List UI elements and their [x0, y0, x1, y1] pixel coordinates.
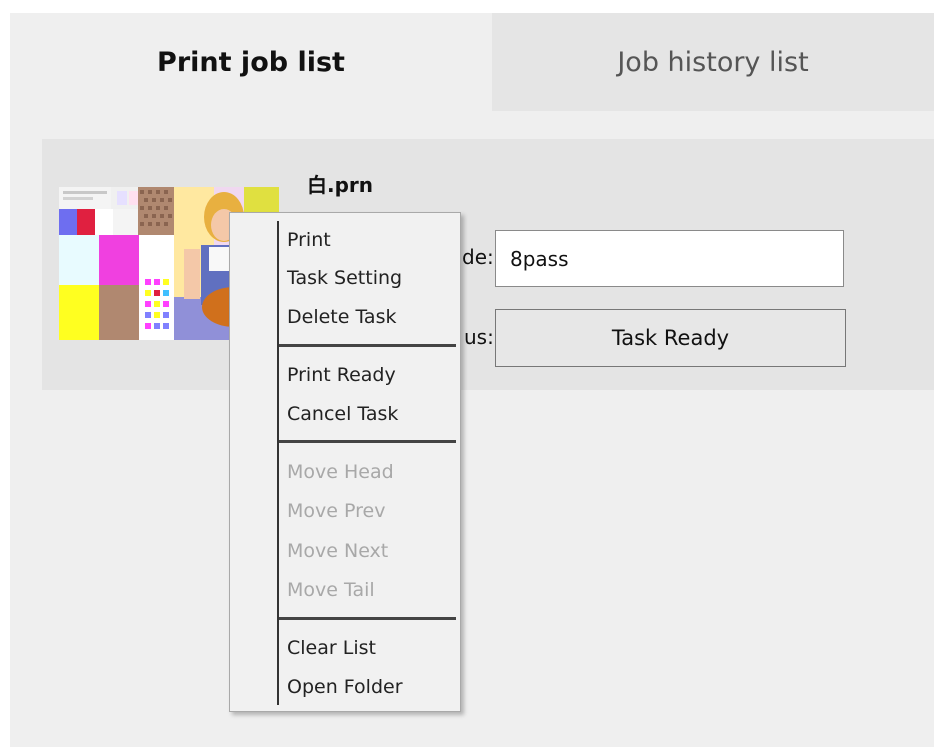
menu-separator — [279, 344, 456, 347]
tab-print-job-list[interactable]: Print job list — [10, 13, 492, 111]
menu-item-move-tail: Move Tail — [287, 579, 375, 601]
job-card[interactable]: 白.prn de: 8pass us: Task Ready — [42, 139, 934, 390]
task-status-label: us: — [464, 325, 494, 349]
menu-item-move-head: Move Head — [287, 461, 394, 483]
job-file-name: 白.prn — [307, 173, 374, 197]
menu-item-print-ready[interactable]: Print Ready — [287, 363, 396, 387]
print-mode-label: de: — [462, 245, 494, 269]
print-mode-field[interactable]: 8pass — [495, 230, 844, 287]
task-status-button[interactable]: Task Ready — [495, 309, 846, 367]
menu-item-clear-list[interactable]: Clear List — [287, 636, 376, 660]
tab-job-history-list[interactable]: Job history list — [492, 13, 934, 111]
print-job-window: Print job list Job history list 白.prn de… — [10, 13, 934, 747]
menu-item-delete-task[interactable]: Delete Task — [287, 305, 396, 329]
menu-item-move-next: Move Next — [287, 540, 389, 562]
menu-item-task-setting[interactable]: Task Setting — [287, 266, 402, 290]
menu-separator — [279, 440, 456, 443]
menu-item-open-folder[interactable]: Open Folder — [287, 675, 403, 699]
menu-item-cancel-task[interactable]: Cancel Task — [287, 402, 398, 426]
menu-item-move-prev: Move Prev — [287, 500, 386, 522]
menu-gutter-divider — [277, 221, 279, 705]
menu-separator — [279, 617, 456, 620]
job-context-menu: Print Task Setting Delete Task Print Rea… — [229, 212, 461, 712]
menu-item-print[interactable]: Print — [287, 228, 331, 252]
